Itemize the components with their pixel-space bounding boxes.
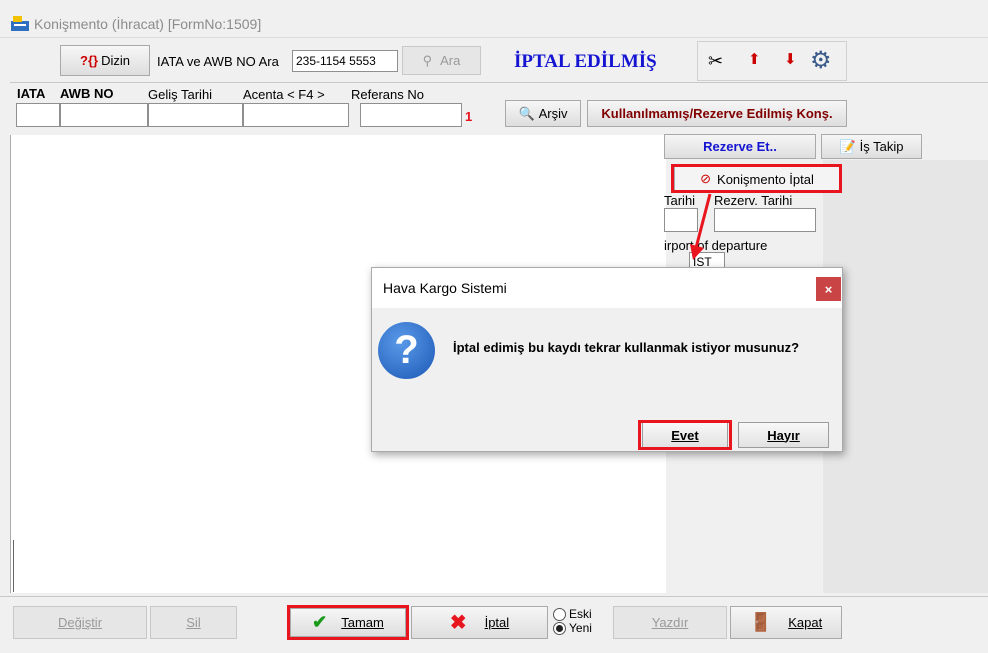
awb-header: AWB NO [60,86,114,101]
radio-yeni-label: Yeni [569,621,592,635]
title-bar: Konişmento (İhracat) [FormNo:1509] [0,0,988,38]
rezerv-tarihi-input[interactable] [714,208,816,232]
window-title: Konişmento (İhracat) [FormNo:1509] [34,16,262,32]
iata-input[interactable] [16,103,60,127]
record-counter: 1 [465,109,473,124]
radio-yeni-circle[interactable] [553,621,566,635]
highlight-konismento-iptal [671,164,842,193]
status-label: İPTAL EDİLMİŞ [514,51,657,72]
radio-eski[interactable]: Eski [553,607,592,621]
dialog-body: ? İptal edimiş bu kaydı tekrar kullanmak… [372,308,842,451]
acenta-header: Acenta < F4 > [243,87,325,102]
pane-edge [13,540,14,592]
confirm-dialog: Hava Kargo Sistemi × ? İptal edimiş bu k… [371,267,843,452]
annotation-arrow [690,193,712,260]
arsiv-button[interactable]: 🔍 Arşiv [505,100,581,127]
degistir-label: Değiştir [57,615,103,630]
dizin-button[interactable]: ?{} Dizin [60,45,150,76]
unused-konismento-label: Kullanılmamış/Rezerve Edilmiş Konş. [601,106,833,121]
rezerve-label: Rezerve Et.. [703,139,777,154]
tool-icons-group: ✂ ⬆ ⬇ ⚙ [697,41,847,81]
dialog-close-button[interactable]: × [816,277,841,301]
close-x-icon: ✖ [449,612,467,634]
degistir-button[interactable]: Değiştir [13,606,147,639]
help-icon: ?{} [80,53,99,68]
kapat-button[interactable]: 🚪 Kapat [730,606,842,639]
is-takip-button[interactable]: 📝 İş Takip [821,134,922,159]
rezerve-button[interactable]: Rezerve Et.. [664,134,816,159]
gelis-input[interactable] [148,103,243,127]
edit-icon: 📝 [839,138,856,154]
dizin-label: Dizin [101,53,130,68]
arsiv-label: Arşiv [538,106,568,121]
settings-gear-icon[interactable]: ⚙ [810,46,832,75]
unused-konismento-button[interactable]: Kullanılmamış/Rezerve Edilmiş Konş. [587,100,847,127]
question-icon: ? [378,322,435,379]
ara-button[interactable]: ⚲ Ara [402,46,481,75]
highlight-tamam [287,605,409,640]
dialog-title: Hava Kargo Sistemi [383,280,507,296]
awb-search-input[interactable] [292,50,398,72]
yazdir-button[interactable]: Yazdır [613,606,727,639]
hayir-button[interactable]: Hayır [738,422,829,448]
sil-label: Sil [186,615,201,630]
search-label: IATA ve AWB NO Ara [157,54,279,69]
referans-input[interactable] [360,103,462,127]
gelis-header: Geliş Tarihi [148,87,213,102]
acenta-input[interactable] [243,103,349,127]
right-panel-bg [823,160,988,593]
hayir-label: Hayır [767,427,800,443]
dialog-titlebar: Hava Kargo Sistemi × [372,268,842,308]
door-exit-icon: 🚪 [749,612,773,632]
sil-button[interactable]: Sil [150,606,237,639]
kapat-label: Kapat [788,615,823,630]
ara-label: Ara [440,53,461,68]
upload-icon[interactable]: ⬆ [748,50,761,68]
close-icon: × [824,281,833,297]
download-icon[interactable]: ⬇ [784,50,797,68]
iptal-label: İptal [484,615,510,630]
highlight-evet [638,420,732,450]
radio-eski-circle[interactable] [553,607,566,621]
rezerv-tarihi-label: Rezerv. Tarihi [714,193,793,208]
awb-input[interactable] [60,103,148,127]
iata-header: IATA [17,86,46,101]
yazdir-label: Yazdır [651,615,689,630]
radio-yeni[interactable]: Yeni [553,621,592,635]
tools-icon[interactable]: ✂ [708,51,723,72]
radio-selected-dot [556,624,563,632]
mode-radio-group: Eski Yeni [553,607,609,639]
is-takip-label: İş Takip [859,139,904,154]
dialog-message: İptal edimiş bu kaydı tekrar kullanmak i… [453,340,800,355]
referans-header: Referans No [351,87,424,102]
divider [10,82,988,83]
search-icon: ⚲ [422,52,433,68]
radio-eski-label: Eski [569,607,592,621]
document-search-icon: 🔍 [518,105,535,121]
iptal-button[interactable]: ✖ İptal [411,606,548,639]
app-icon [10,14,30,32]
